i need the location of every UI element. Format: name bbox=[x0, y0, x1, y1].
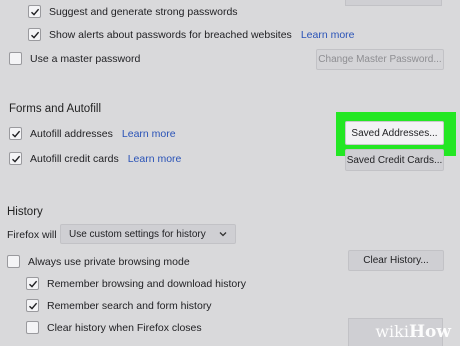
autofill-addresses-label: Autofill addresses bbox=[30, 127, 113, 140]
checkmark-icon bbox=[28, 302, 37, 310]
autofill-addresses-row[interactable]: Autofill addresses Learn more bbox=[9, 127, 176, 140]
autofill-cards-label: Autofill credit cards bbox=[30, 152, 119, 165]
clear-on-close-label: Clear history when Firefox closes bbox=[47, 321, 202, 334]
settings-button-partial[interactable] bbox=[345, 0, 442, 6]
history-mode-value: Use custom settings for history bbox=[69, 228, 206, 240]
change-master-password-button[interactable]: Change Master Password... bbox=[316, 49, 444, 70]
remember-search-label: Remember search and form history bbox=[47, 299, 212, 312]
forms-autofill-heading: Forms and Autofill bbox=[9, 103, 102, 115]
suggest-passwords-row[interactable]: Suggest and generate strong passwords bbox=[28, 5, 238, 18]
master-password-checkbox[interactable] bbox=[9, 52, 22, 65]
clear-on-close-row[interactable]: Clear history when Firefox closes bbox=[26, 321, 202, 334]
history-heading: History bbox=[7, 206, 43, 218]
remember-search-row[interactable]: Remember search and form history bbox=[26, 299, 212, 312]
breach-alerts-label: Show alerts about passwords for breached… bbox=[49, 28, 292, 41]
chevron-down-icon bbox=[219, 232, 227, 237]
remember-search-checkbox[interactable] bbox=[26, 299, 39, 312]
breach-alerts-checkbox[interactable] bbox=[28, 28, 41, 41]
master-password-label: Use a master password bbox=[30, 52, 141, 65]
checkmark-icon bbox=[11, 130, 20, 138]
master-password-row[interactable]: Use a master password bbox=[9, 52, 140, 65]
clear-history-button[interactable]: Clear History... bbox=[348, 250, 444, 271]
private-browsing-checkbox[interactable] bbox=[7, 255, 20, 268]
saved-credit-cards-button[interactable]: Saved Credit Cards... bbox=[345, 149, 444, 171]
remember-browsing-label: Remember browsing and download history bbox=[47, 277, 247, 290]
firefox-will-label: Firefox will bbox=[7, 229, 57, 241]
checkmark-icon bbox=[30, 8, 39, 16]
breach-alerts-learn-more-link[interactable]: Learn more bbox=[301, 29, 355, 41]
autofill-addresses-checkbox[interactable] bbox=[9, 127, 22, 140]
checkmark-icon bbox=[30, 31, 39, 39]
checkmark-icon bbox=[28, 280, 37, 288]
autofill-cards-row[interactable]: Autofill credit cards Learn more bbox=[9, 152, 181, 165]
suggest-passwords-checkbox[interactable] bbox=[28, 5, 41, 18]
checkmark-icon bbox=[11, 155, 20, 163]
firefox-will-row: Firefox will bbox=[7, 229, 57, 241]
breach-alerts-row[interactable]: Show alerts about passwords for breached… bbox=[28, 28, 355, 41]
autofill-cards-checkbox[interactable] bbox=[9, 152, 22, 165]
private-browsing-label: Always use private browsing mode bbox=[28, 255, 190, 268]
autofill-addresses-learn-more-link[interactable]: Learn more bbox=[122, 128, 176, 140]
remember-browsing-row[interactable]: Remember browsing and download history bbox=[26, 277, 246, 290]
clear-on-close-checkbox[interactable] bbox=[26, 321, 39, 334]
history-mode-select[interactable]: Use custom settings for history bbox=[60, 224, 236, 244]
suggest-passwords-label: Suggest and generate strong passwords bbox=[49, 5, 238, 18]
private-browsing-row[interactable]: Always use private browsing mode bbox=[7, 255, 190, 268]
saved-addresses-button[interactable]: Saved Addresses... bbox=[345, 121, 444, 145]
remember-browsing-checkbox[interactable] bbox=[26, 277, 39, 290]
autofill-cards-learn-more-link[interactable]: Learn more bbox=[128, 153, 182, 165]
wikihow-watermark: wikiHow bbox=[375, 322, 451, 342]
